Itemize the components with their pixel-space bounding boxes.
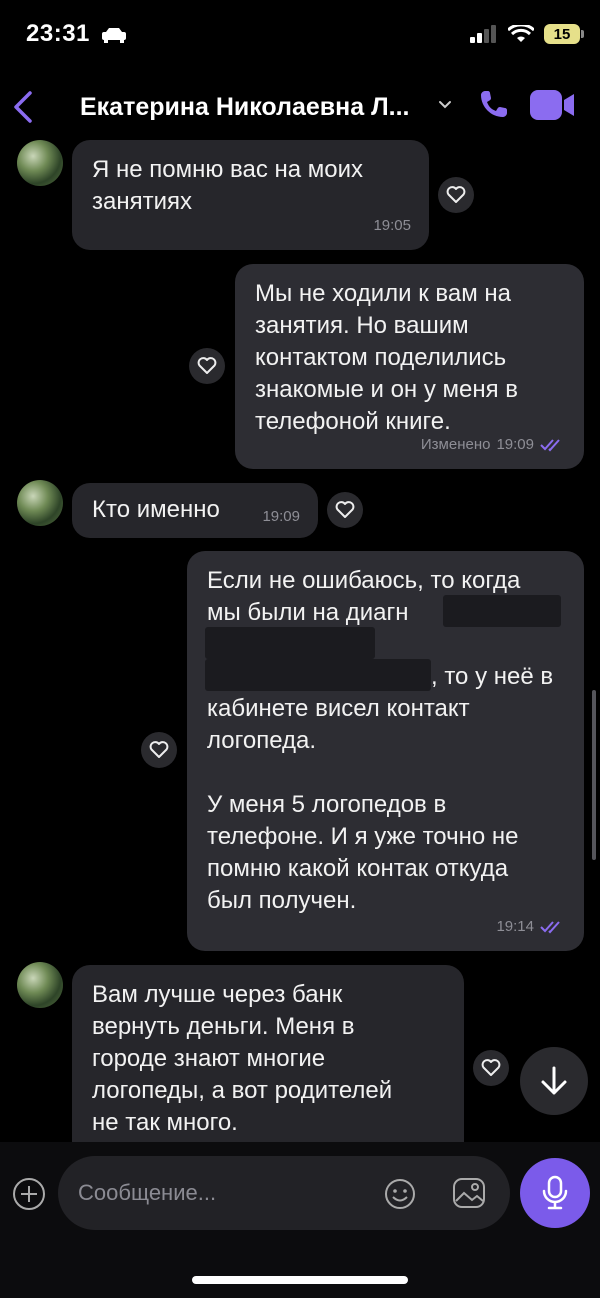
- message-line: Если не ошибаюсь, то когда: [207, 567, 521, 594]
- double-check-icon: [540, 439, 560, 452]
- back-chevron-icon[interactable]: [10, 90, 34, 124]
- message-time: 19:09: [262, 508, 300, 525]
- message-text: Я не помню вас на моих занятиях: [92, 156, 364, 215]
- redaction-block: [205, 659, 431, 691]
- heart-icon: [481, 1059, 501, 1076]
- battery-indicator: 15: [544, 24, 584, 44]
- phone-icon[interactable]: [478, 88, 510, 120]
- message-bubble-outgoing[interactable]: Если не ошибаюсь, то когда мы были на ди…: [187, 551, 584, 951]
- mic-icon: [542, 1175, 568, 1210]
- message-meta: 19:05: [373, 210, 411, 242]
- edited-label: Изменено: [420, 436, 491, 453]
- contact-avatar[interactable]: [17, 962, 63, 1008]
- message-meta: 19:14: [496, 911, 566, 943]
- redaction-block: [205, 627, 375, 659]
- wifi-icon: [508, 25, 534, 42]
- message-time: 19:05: [373, 217, 411, 234]
- heart-icon: [335, 501, 355, 518]
- like-button[interactable]: [438, 177, 474, 213]
- home-indicator: [192, 1276, 408, 1284]
- double-check-icon: [540, 921, 560, 934]
- gallery-icon[interactable]: [452, 1177, 486, 1209]
- message-time: 19:09: [496, 436, 534, 453]
- emoji-icon[interactable]: [384, 1178, 416, 1210]
- message-bubble-incoming[interactable]: Кто именно 19:09: [72, 483, 318, 538]
- message-text: Мы не ходили к вам на занятия. Но вашим …: [255, 280, 519, 435]
- heart-icon: [197, 357, 217, 374]
- message-meta: Изменено 19:09: [421, 429, 566, 461]
- chat-title[interactable]: Екатерина Николаевна Л...: [80, 93, 409, 122]
- chevron-down-icon[interactable]: [438, 100, 452, 110]
- status-time: 23:31: [26, 20, 127, 48]
- status-indicators: 15: [470, 24, 584, 44]
- redaction-block: [443, 595, 561, 627]
- message-time: 19:14: [496, 918, 534, 935]
- car-icon: [102, 27, 127, 43]
- message-bubble-outgoing[interactable]: Мы не ходили к вам на занятия. Но вашим …: [235, 264, 584, 469]
- message-placeholder: Сообщение...: [78, 1180, 217, 1205]
- like-button[interactable]: [189, 348, 225, 384]
- scroll-down-button[interactable]: [520, 1047, 588, 1115]
- plus-icon[interactable]: [12, 1177, 46, 1211]
- like-button[interactable]: [141, 732, 177, 768]
- signal-icon: [470, 25, 496, 43]
- message-text: Вам лучше через банк вернуть деньги. Мен…: [92, 981, 393, 1136]
- like-button[interactable]: [327, 492, 363, 528]
- arrow-down-icon: [541, 1066, 567, 1095]
- scrollbar[interactable]: [592, 690, 596, 860]
- heart-icon: [446, 186, 466, 203]
- contact-avatar[interactable]: [17, 480, 63, 526]
- heart-icon: [149, 741, 169, 758]
- message-text: Кто именно: [92, 496, 220, 523]
- message-bubble-incoming[interactable]: Вам лучше через банк вернуть деньги. Мен…: [72, 965, 464, 1165]
- voice-record-button[interactable]: [520, 1158, 590, 1228]
- video-icon[interactable]: [530, 90, 576, 120]
- message-text: кабинете висел контакт логопеда. У меня …: [207, 695, 519, 914]
- contact-avatar[interactable]: [17, 140, 63, 186]
- message-bubble-incoming[interactable]: Я не помню вас на моих занятиях 19:05: [72, 140, 429, 250]
- like-button[interactable]: [473, 1050, 509, 1086]
- message-input[interactable]: Сообщение...: [58, 1156, 510, 1230]
